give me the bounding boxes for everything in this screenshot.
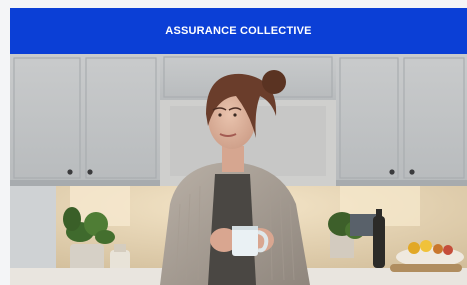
hero-image [10, 54, 467, 285]
header-bar: ASSURANCE COLLECTIVE [10, 8, 467, 54]
page-frame: ASSURANCE COLLECTIVE [0, 0, 467, 285]
brand-name[interactable]: ASSURANCE COLLECTIVE [165, 25, 311, 37]
bottle [373, 216, 385, 268]
hero-photo [10, 54, 467, 285]
outlet-box [350, 214, 376, 236]
cutting-board [390, 264, 462, 272]
